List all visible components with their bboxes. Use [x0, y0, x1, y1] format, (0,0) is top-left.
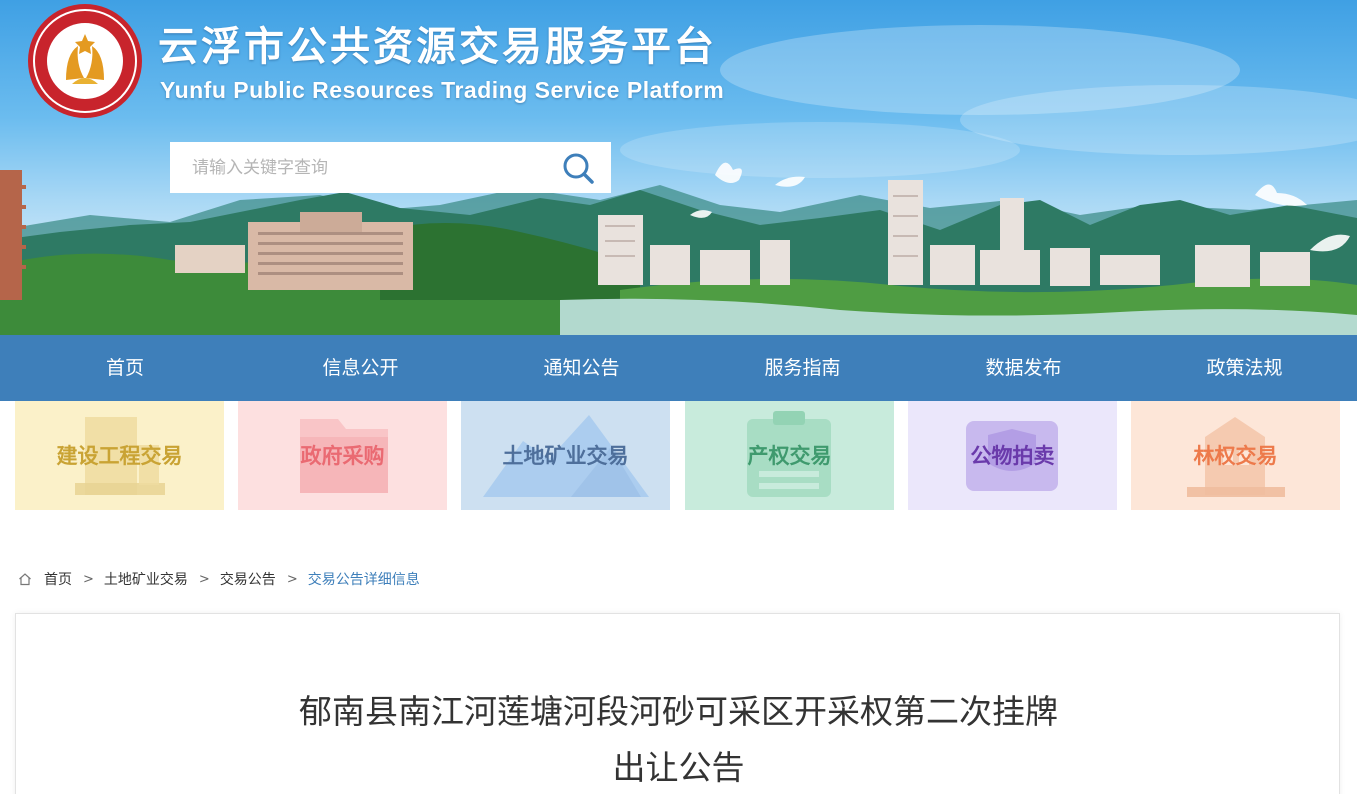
- breadcrumb-home[interactable]: 首页: [44, 569, 72, 589]
- header-banner: 云浮市公共资源交易服务平台 Yunfu Public Resources Tra…: [0, 0, 1357, 335]
- nav-item-home[interactable]: 首页: [0, 335, 250, 401]
- trading-center-logo: [26, 2, 144, 120]
- search-icon[interactable]: [560, 150, 596, 186]
- breadcrumb: 首页 > 土地矿业交易 > 交易公告 > 交易公告详细信息: [18, 569, 420, 589]
- category-tile-land-mining[interactable]: 土地矿业交易: [461, 401, 670, 510]
- search-input[interactable]: [170, 142, 550, 193]
- category-label-land-mining: 土地矿业交易: [502, 444, 629, 468]
- category-tile-construction[interactable]: 建设工程交易: [15, 401, 224, 510]
- nav-item-service-guide[interactable]: 服务指南: [692, 335, 913, 401]
- article-title: 郁南县南江河莲塘河段河砂可采区开采权第二次挂牌 出让公告: [16, 684, 1341, 794]
- article-title-line2: 出让公告: [612, 748, 745, 787]
- site-title: 云浮市公共资源交易服务平台: [158, 24, 717, 70]
- main-nav: 首页 信息公开 通知公告 服务指南 数据发布 政策法规: [0, 335, 1357, 401]
- article-title-line1: 郁南县南江河莲塘河段河砂可采区开采权第二次挂牌: [299, 692, 1058, 731]
- article-panel: 郁南县南江河莲塘河段河砂可采区开采权第二次挂牌 出让公告: [15, 613, 1340, 794]
- category-tile-procurement[interactable]: 政府采购: [238, 401, 447, 510]
- nav-item-notices[interactable]: 通知公告: [471, 335, 692, 401]
- category-label-property-rights: 产权交易: [747, 444, 832, 468]
- search-box: [170, 142, 611, 193]
- chevron-right-icon: >: [83, 571, 94, 587]
- category-label-construction: 建设工程交易: [56, 444, 183, 468]
- chevron-right-icon: >: [198, 571, 210, 587]
- category-tile-public-auction[interactable]: 公物拍卖: [908, 401, 1117, 510]
- category-tile-forest-rights[interactable]: 林权交易: [1131, 401, 1340, 510]
- chevron-right-icon: >: [286, 571, 298, 587]
- site-subtitle: Yunfu Public Resources Trading Service P…: [160, 77, 725, 103]
- category-tile-property-rights[interactable]: 产权交易: [685, 401, 894, 510]
- category-label-forest-rights: 林权交易: [1193, 444, 1278, 468]
- home-icon[interactable]: [18, 572, 32, 586]
- breadcrumb-current: 交易公告详细信息: [307, 572, 420, 588]
- category-label-procurement: 政府采购: [300, 444, 385, 468]
- breadcrumb-trade-notices[interactable]: 交易公告: [220, 569, 276, 589]
- nav-item-policies[interactable]: 政策法规: [1134, 335, 1355, 401]
- nav-item-info-disclosure[interactable]: 信息公开: [250, 335, 471, 401]
- nav-item-data-release[interactable]: 数据发布: [913, 335, 1134, 401]
- category-label-public-auction: 公物拍卖: [970, 444, 1055, 468]
- breadcrumb-land-mining[interactable]: 土地矿业交易: [104, 569, 188, 589]
